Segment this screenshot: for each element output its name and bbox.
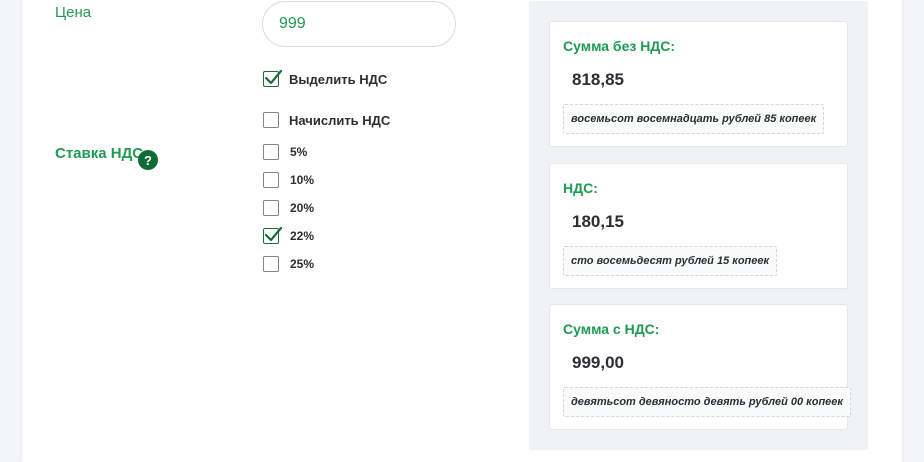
- rate-option-10[interactable]: 10%: [263, 172, 314, 188]
- result-words: восемьсот восемнадцать рублей 85 копеек: [563, 104, 825, 134]
- result-words: девятьсот девяносто девять рублей 00 коп…: [563, 387, 851, 417]
- rate-option-25[interactable]: 25%: [263, 256, 314, 272]
- checkmark-icon: [264, 69, 283, 85]
- vat-rate-label: Ставка НДС: [55, 145, 144, 162]
- option-label: Выделить НДС: [289, 71, 388, 87]
- result-vat-amount: НДС: 180,15 сто восемьдесят рублей 15 ко…: [549, 163, 848, 289]
- option-label: Начислить НДС: [289, 112, 391, 128]
- price-label: Цена: [55, 4, 92, 21]
- rate-option-22[interactable]: 22%: [263, 226, 315, 244]
- rate-option-20[interactable]: 20%: [263, 200, 314, 216]
- rate-label: 10%: [290, 173, 315, 187]
- rate-label: 22%: [290, 229, 315, 243]
- result-title: Сумма без НДС:: [563, 38, 676, 54]
- rate-option-5[interactable]: 5%: [263, 144, 307, 160]
- checkbox-rate-10[interactable]: [263, 172, 279, 188]
- checkbox-rate-20[interactable]: [263, 200, 279, 216]
- result-title: Сумма с НДС:: [563, 321, 660, 337]
- result-value: 999,00: [572, 353, 624, 372]
- checkbox-add-vat[interactable]: [263, 112, 279, 128]
- vat-calculator-card: Цена Выделить НДС Начислить НДС Ставка Н…: [22, 0, 902, 462]
- result-value: 818,85: [572, 70, 624, 89]
- result-amount-with-vat: Сумма с НДС: 999,00 девятьсот девяносто …: [549, 304, 851, 430]
- rate-label: 20%: [290, 201, 315, 215]
- result-title: НДС:: [563, 180, 598, 196]
- result-words: сто восемьдесят рублей 15 копеек: [563, 246, 778, 276]
- checkbox-rate-5[interactable]: [263, 144, 279, 160]
- rate-label: 5%: [290, 145, 308, 159]
- option-add-vat[interactable]: Начислить НДС: [263, 112, 390, 128]
- price-input[interactable]: [262, 1, 456, 47]
- results-panel: Сумма без НДС: 818,85 восемьсот восемнад…: [529, 1, 868, 450]
- rate-label: 25%: [290, 257, 315, 271]
- checkbox-rate-22[interactable]: [263, 226, 283, 244]
- result-value: 180,15: [572, 212, 624, 231]
- checkmark-icon: [264, 226, 283, 242]
- result-amount-without-vat: Сумма без НДС: 818,85 восемьсот восемнад…: [549, 21, 848, 147]
- checkbox-rate-25[interactable]: [263, 256, 279, 272]
- question-icon[interactable]: ?: [138, 150, 158, 170]
- option-extract-vat[interactable]: Выделить НДС: [263, 69, 388, 87]
- checkbox-extract-vat[interactable]: [263, 69, 283, 87]
